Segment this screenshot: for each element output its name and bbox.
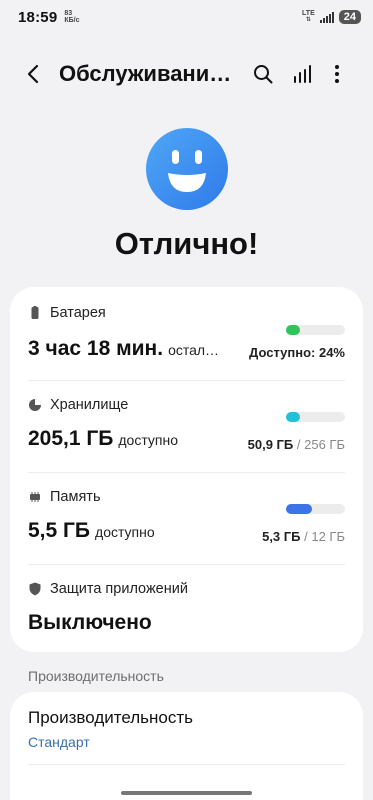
clock: 18:59 [18, 8, 58, 26]
battery-suffix: остал… [168, 342, 220, 358]
memory-row[interactable]: Память 5,5 ГБ доступно 5,3 ГБ / 12 ГБ [10, 473, 363, 564]
storage-total: / 256 ГБ [296, 437, 345, 452]
performance-card[interactable]: Производительность Стандарт [10, 692, 363, 800]
app-bar: Обслуживани… [0, 52, 373, 96]
battery-available: Доступно: 24% [249, 345, 345, 360]
app-protection-label-text: Защита приложений [50, 581, 188, 597]
memory-value: 5,5 ГБ доступно [28, 519, 155, 543]
storage-suffix: доступно [118, 432, 179, 448]
storage-usage: 50,9 ГБ / 256 ГБ [248, 437, 345, 452]
performance-title: Производительность [28, 708, 194, 727]
battery-progress-bar [286, 325, 345, 335]
network-speed-value: 83 [64, 10, 73, 17]
battery-level-badge: 24 [338, 10, 361, 24]
storage-row[interactable]: Хранилище 205,1 ГБ доступно 50,9 ГБ / 256… [10, 381, 363, 472]
page-title: Обслуживани… [59, 61, 232, 86]
storage-label-text: Хранилище [50, 397, 129, 413]
divider [28, 764, 345, 765]
memory-usage: 5,3 ГБ / 12 ГБ [262, 529, 345, 544]
app-protection-status: Выключено [28, 611, 152, 634]
network-speed-unit: КБ/с [64, 17, 80, 24]
battery-time-remaining: 3 час 18 мин. [28, 337, 164, 360]
app-protection-value: Выключено [28, 611, 152, 635]
network-type: LTE [302, 10, 315, 17]
battery-label: Батарея [28, 305, 106, 321]
more-options-icon[interactable] [325, 62, 349, 86]
memory-label: Память [28, 489, 101, 505]
storage-value: 205,1 ГБ доступно [28, 427, 178, 451]
battery-label-text: Батарея [50, 305, 106, 321]
memory-available: 5,5 ГБ [28, 519, 91, 542]
shield-icon [29, 582, 41, 596]
memory-label-text: Память [50, 489, 101, 505]
performance-mode: Стандарт [28, 734, 90, 750]
signal-icon [319, 11, 334, 23]
battery-progress-fill [286, 325, 301, 335]
storage-available: 205,1 ГБ [28, 427, 114, 450]
device-status-headline: Отлично! [114, 226, 259, 261]
app-protection-label: Защита приложений [28, 581, 188, 597]
storage-used: 50,9 ГБ [247, 437, 294, 452]
device-care-card: Батарея 3 час 18 мин. остал… Доступно: 24… [10, 287, 363, 652]
lte-icon: LTE ⇅ [302, 10, 315, 23]
memory-progress-bar [286, 504, 345, 514]
memory-progress-fill [286, 504, 312, 514]
storage-progress-fill [286, 412, 301, 422]
pie-chart-icon [29, 399, 41, 411]
app-protection-row[interactable]: Защита приложений Выключено [10, 565, 363, 652]
search-icon[interactable] [251, 62, 275, 86]
storage-label: Хранилище [28, 397, 128, 413]
memory-suffix: доступно [95, 524, 155, 540]
memory-total: / 12 ГБ [304, 529, 345, 544]
storage-progress-bar [286, 412, 345, 422]
performance-section-header: Производительность [28, 668, 164, 684]
network-speed: 83 КБ/с [64, 10, 79, 24]
battery-row[interactable]: Батарея 3 час 18 мин. остал… Доступно: 24… [10, 287, 363, 380]
back-arrow-icon[interactable] [22, 62, 46, 86]
memory-used: 5,3 ГБ [262, 529, 301, 544]
battery-icon [31, 306, 39, 319]
memory-chip-icon [30, 492, 40, 502]
smiley-face-icon [146, 128, 228, 210]
statistics-icon[interactable] [290, 62, 314, 86]
gesture-nav-handle[interactable] [121, 791, 252, 795]
status-icons: LTE ⇅ 24 [302, 10, 361, 24]
battery-value: 3 час 18 мин. остал… [28, 337, 219, 361]
status-bar: 18:59 83 КБ/с LTE ⇅ 24 [0, 0, 373, 34]
